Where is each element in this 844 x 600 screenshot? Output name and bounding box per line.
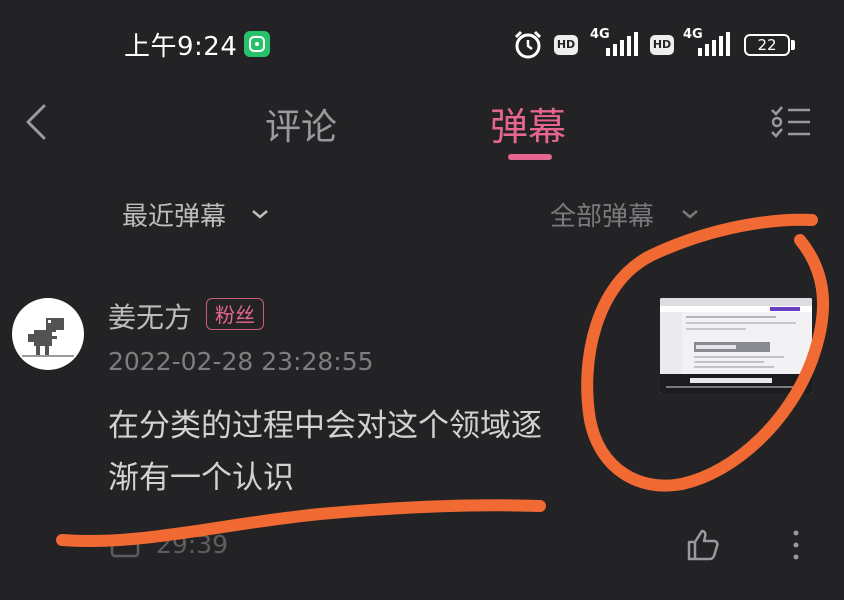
play-count-icon: [110, 534, 140, 558]
signal-icon: [606, 32, 644, 56]
mi-app-icon: [244, 31, 270, 57]
video-thumbnail[interactable]: [660, 298, 812, 393]
username[interactable]: 姜无方: [108, 296, 192, 336]
fan-badge: 粉丝: [206, 298, 264, 330]
comment-text-line1: 在分类的过程中会对这个领域逐: [108, 408, 542, 444]
alarm-icon: [512, 30, 544, 60]
avatar[interactable]: [12, 298, 84, 370]
dino-avatar-icon: [22, 318, 74, 357]
filter-all-danmaku[interactable]: 全部弹幕: [550, 196, 654, 233]
timestamp: 2022-02-28 23:28:55: [108, 347, 374, 376]
back-arrow-icon[interactable]: [22, 102, 50, 142]
tab-comments[interactable]: 评论: [265, 98, 337, 150]
filter-recent-danmaku[interactable]: 最近弹幕: [122, 196, 226, 233]
playtime: 29:39: [156, 530, 229, 559]
status-time: 上午9:24: [124, 32, 238, 62]
active-tab-indicator: [508, 154, 552, 160]
tab-danmaku[interactable]: 弹幕: [490, 96, 566, 151]
comment-text-line2: 渐有一个认识: [108, 460, 294, 496]
like-icon[interactable]: [686, 528, 720, 562]
screenshot-image: [660, 298, 812, 393]
hd-badge: HD: [554, 35, 578, 55]
more-vertical-icon[interactable]: [790, 528, 802, 562]
chevron-down-icon[interactable]: [680, 206, 700, 220]
hd-badge: HD: [650, 35, 674, 55]
battery-cap: [791, 40, 795, 50]
battery-icon: 22: [744, 34, 790, 56]
signal-icon: [698, 32, 734, 56]
list-check-icon[interactable]: [770, 104, 812, 140]
chevron-down-icon[interactable]: [250, 206, 270, 220]
